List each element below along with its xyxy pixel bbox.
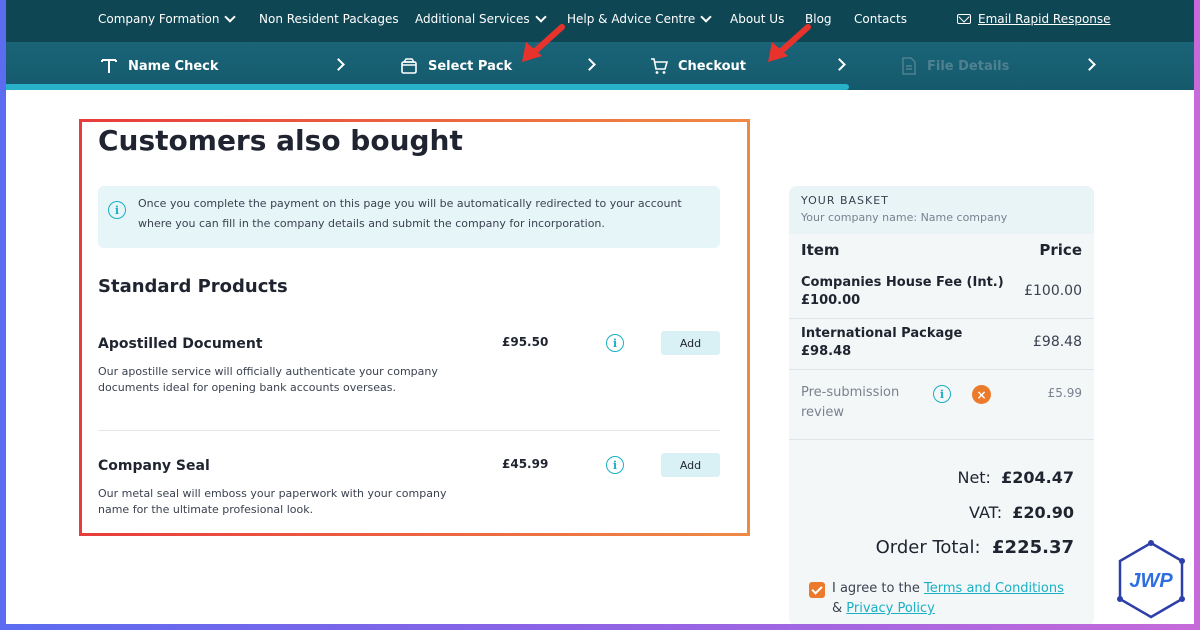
basket-panel: YOUR BASKET Your company name: Name comp… — [789, 186, 1094, 624]
basket-item-price: £98.48 — [1033, 334, 1082, 350]
cart-icon — [651, 58, 668, 74]
info-icon[interactable]: i — [606, 334, 624, 352]
step-name-check[interactable]: Name Check — [100, 50, 219, 82]
product-name: Company Seal — [98, 458, 210, 474]
divider — [98, 430, 720, 431]
document-icon — [902, 57, 916, 75]
nav-contacts[interactable]: Contacts — [854, 12, 907, 26]
net-value: £204.47 — [1001, 468, 1074, 487]
terms-link[interactable]: Terms and Conditions — [924, 581, 1064, 596]
chevron-down-icon — [534, 11, 547, 23]
vat-value: £20.90 — [1012, 503, 1074, 522]
column-header-price: Price — [1039, 241, 1082, 259]
basket-item-name: International Package £98.48 — [801, 326, 963, 359]
vat-label: VAT: — [969, 503, 1003, 522]
basket-header: YOUR BASKET Your company name: Name comp… — [789, 186, 1094, 234]
checkout-progress-bar — [6, 84, 850, 90]
chevron-right-icon — [1083, 58, 1096, 71]
info-icon[interactable]: i — [606, 456, 624, 474]
step-file-details[interactable]: File Details — [901, 50, 1009, 82]
annotation-arrow-icon — [522, 24, 565, 62]
step-label: Checkout — [678, 58, 747, 74]
page-title: Customers also bought — [98, 124, 463, 157]
chevron-down-icon — [700, 11, 712, 23]
order-total-value: £225.37 — [992, 537, 1074, 558]
chevron-right-icon — [833, 58, 846, 71]
info-notice: i Once you complete the payment on this … — [98, 186, 720, 248]
column-header-item: Item — [801, 241, 840, 259]
chevron-down-icon — [224, 11, 237, 23]
product-price: £45.99 — [502, 457, 549, 471]
top-navigation: Company Formation Non Resident Packages … — [6, 0, 1194, 42]
privacy-link[interactable]: Privacy Policy — [846, 601, 935, 616]
product-description: Our apostille service will officially au… — [98, 365, 438, 394]
net-total: Net: £204.47 — [957, 468, 1074, 487]
nav-label: Contacts — [854, 12, 907, 26]
product-description: Our metal seal will emboss your paperwor… — [98, 487, 447, 516]
basket-row: International Package £98.48 £98.48 — [789, 319, 1094, 370]
basket-item-price: £5.99 — [1047, 386, 1082, 400]
nav-email-rapid-response[interactable]: Email Rapid Response — [957, 12, 1111, 26]
checkout-steps: Name Check Select Pack Checkout File Det… — [6, 42, 1194, 90]
terms-checkbox[interactable] — [809, 582, 825, 598]
basket-company-name: Your company name: Name company — [801, 211, 1008, 224]
step-label: File Details — [927, 58, 1010, 74]
nav-company-formation[interactable]: Company Formation — [98, 11, 237, 26]
svg-text:JWP: JWP — [1129, 570, 1173, 592]
terms-agreement: I agree to the Terms and Conditions & Pr… — [832, 579, 1082, 619]
step-select-pack[interactable]: Select Pack — [400, 50, 512, 82]
text-t-icon — [101, 59, 117, 73]
vat-total: VAT: £20.90 — [969, 503, 1074, 522]
add-company-seal-button[interactable]: Add — [661, 453, 720, 477]
step-checkout[interactable]: Checkout — [650, 50, 746, 82]
mail-icon — [957, 14, 971, 24]
notice-text: Once you complete the payment on this pa… — [138, 197, 682, 230]
email-label: Email Rapid Response — [978, 12, 1111, 26]
info-icon: i — [108, 201, 126, 219]
nav-label: Company Formation — [98, 12, 220, 26]
order-total: Order Total: £225.37 — [876, 537, 1074, 558]
basket-item-price: £100.00 — [1024, 283, 1082, 299]
chevron-right-icon — [583, 58, 596, 71]
nav-non-resident-packages[interactable]: Non Resident Packages — [259, 12, 399, 26]
annotation-arrow-icon — [768, 24, 811, 62]
and-text: & — [832, 601, 843, 616]
order-total-label: Order Total: — [875, 537, 981, 558]
basket-item-name: Companies House Fee (Int.) £100.00 — [801, 275, 1004, 308]
nav-help-advice-centre[interactable]: Help & Advice Centre — [567, 11, 712, 26]
nav-label: Non Resident Packages — [259, 12, 399, 26]
section-title: Standard Products — [98, 276, 288, 297]
nav-label: Additional Services — [415, 12, 530, 26]
nav-label: Help & Advice Centre — [567, 12, 696, 26]
net-label: Net: — [957, 468, 991, 487]
add-apostilled-document-button[interactable]: Add — [661, 331, 720, 355]
basket-row: Companies House Fee (Int.) £100.00 £100.… — [789, 266, 1094, 319]
step-label: Select Pack — [428, 58, 513, 74]
box-icon — [401, 58, 417, 74]
step-label: Name Check — [128, 58, 219, 74]
product-name: Apostilled Document — [98, 336, 263, 352]
jwp-logo: JWP — [1117, 540, 1185, 619]
remove-icon[interactable]: × — [972, 385, 991, 404]
info-icon[interactable]: i — [933, 385, 951, 403]
basket-item-name: Pre-submission review — [801, 385, 900, 420]
page-frame: Company Formation Non Resident Packages … — [6, 0, 1194, 624]
basket-title: YOUR BASKET — [801, 194, 889, 207]
agree-text: I agree to the — [832, 581, 920, 596]
product-price: £95.50 — [502, 335, 549, 349]
chevron-right-icon — [332, 58, 345, 71]
basket-row: Pre-submission review i × £5.99 — [789, 370, 1094, 440]
